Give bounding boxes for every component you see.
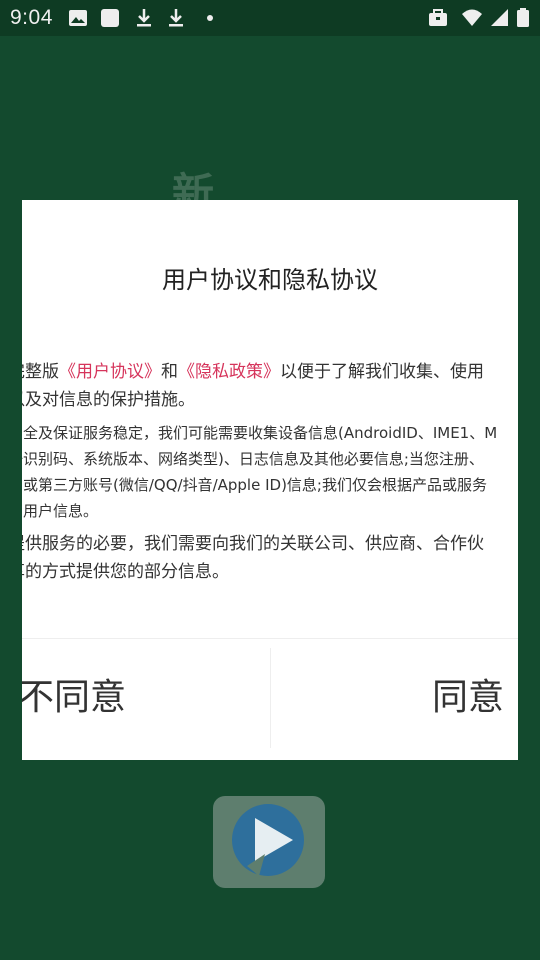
- agreement-dialog: 用户协议和隐私协议 完整版《用户协议》和《隐私政策》以便于了解我们收集、使用 以…: [22, 200, 518, 760]
- text-line: 的用户信息。: [22, 502, 99, 520]
- disagree-button[interactable]: 不同意: [22, 640, 126, 756]
- text-segment: 以便于了解我们收集、使用: [280, 362, 484, 382]
- paragraph-agreement-links: 完整版《用户协议》和《隐私政策》以便于了解我们收集、使用 以及对信息的保护措施。: [22, 358, 518, 414]
- text-segment: 完整版: [22, 362, 59, 382]
- text-line: 以及对信息的保护措施。: [22, 390, 195, 410]
- agree-button[interactable]: 同意: [432, 640, 504, 756]
- text-line: 享的方式提供您的部分信息。: [22, 562, 229, 582]
- status-time: 9:04: [10, 6, 53, 29]
- square-app-icon: [100, 8, 120, 28]
- signal-icon: [490, 8, 510, 28]
- privacy-policy-link[interactable]: 《隐私政策》: [178, 362, 280, 382]
- battery-icon: [516, 8, 530, 28]
- button-divider: [22, 638, 518, 639]
- dialog-body: 完整版《用户协议》和《隐私政策》以便于了解我们收集、使用 以及对信息的保护措施。…: [22, 358, 518, 586]
- user-agreement-link[interactable]: 《用户协议》: [59, 362, 161, 382]
- text-segment: 和: [161, 362, 178, 382]
- text-line: 一识别码、系统版本、网络类型)、日志信息及其他必要信息;当您注册、: [22, 450, 484, 468]
- wifi-icon: [462, 8, 482, 28]
- status-bar: 9:04: [0, 0, 540, 36]
- text-line: 号或第三方账号(微信/QQ/抖音/Apple ID)信息;我们仅会根据产品或服务: [22, 476, 487, 494]
- image-icon: [68, 8, 88, 28]
- paragraph-data-collection: 安全及保证服务稳定，我们可能需要收集设备信息(AndroidID、IME1、M …: [22, 420, 518, 524]
- play-logo-icon: [213, 796, 325, 888]
- download-icon: [134, 8, 154, 28]
- button-separator: [270, 648, 271, 748]
- text-line: 安全及保证服务稳定，我们可能需要收集设备信息(AndroidID、IME1、M: [22, 424, 498, 442]
- dialog-title: 用户协议和隐私协议: [162, 266, 378, 294]
- text-line: 提供服务的必要，我们需要向我们的关联公司、供应商、合作伙: [22, 534, 484, 554]
- download-icon: [166, 8, 186, 28]
- paragraph-sharing: 提供服务的必要，我们需要向我们的关联公司、供应商、合作伙 享的方式提供您的部分信…: [22, 530, 518, 586]
- dot-icon: [200, 8, 220, 28]
- briefcase-icon: [428, 8, 448, 28]
